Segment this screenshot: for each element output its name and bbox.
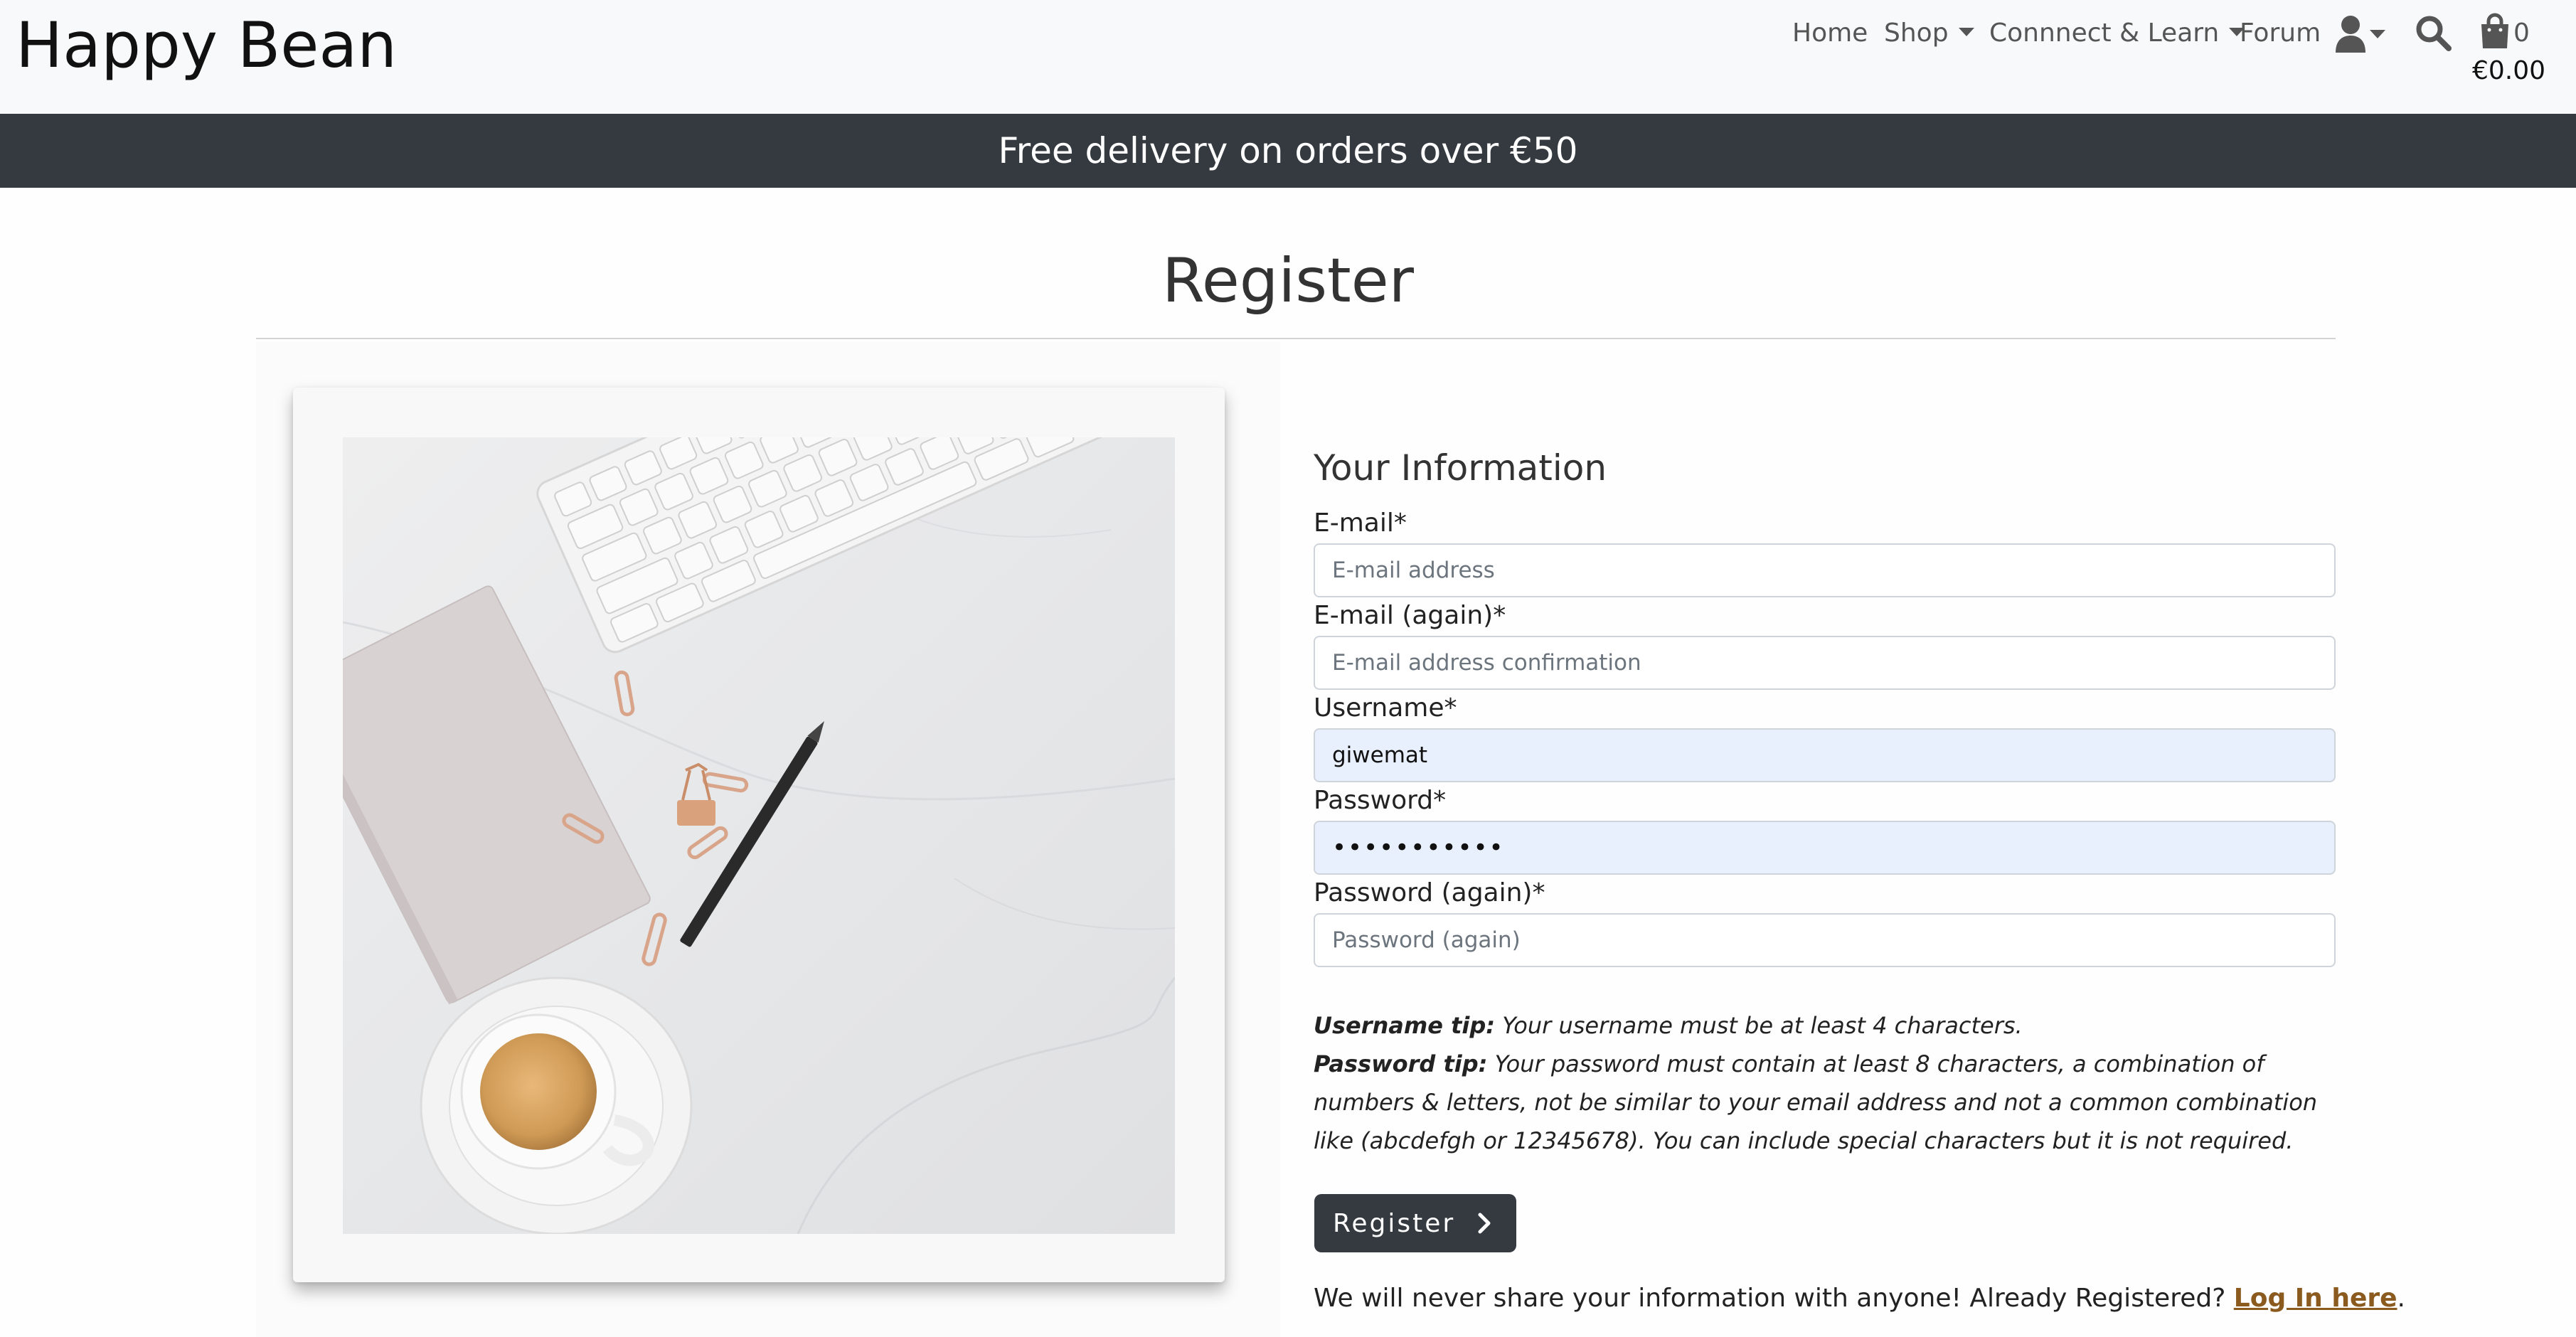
username-tip-title: Username tip: <box>1314 1012 1496 1039</box>
password-confirm-field[interactable] <box>1314 913 2336 967</box>
title-divider <box>256 338 2336 339</box>
delivery-banner: Free delivery on orders over €50 <box>0 114 2576 188</box>
nav-connect-learn-dropdown[interactable]: Connnect & Learn <box>1989 16 2245 51</box>
password-tips: Username tip: Your username must be at l… <box>1314 1006 2338 1160</box>
top-navbar: Happy Bean Home Shop Connnect & Learn Fo… <box>0 0 2576 114</box>
nav-shop-label: Shop <box>1884 18 1949 48</box>
email-field[interactable] <box>1314 543 2336 597</box>
username-field[interactable] <box>1314 728 2336 782</box>
username-tip-text: Your username must be at least 4 charact… <box>1495 1012 2023 1039</box>
nav-home[interactable]: Home <box>1792 16 1868 51</box>
username-label: Username* <box>1314 693 1457 723</box>
section-heading: Your Information <box>1314 447 1607 489</box>
email-confirm-field[interactable] <box>1314 636 2336 690</box>
chevron-down-icon <box>1958 28 1974 36</box>
password-tip-title: Password tip: <box>1314 1050 1488 1077</box>
desk-flatlay-image <box>343 437 1175 1234</box>
register-button-label: Register <box>1333 1208 1456 1238</box>
nav-forum[interactable]: Forum <box>2240 16 2321 51</box>
shopping-bag-icon[interactable] <box>2479 13 2511 50</box>
chevron-right-icon <box>1478 1213 1491 1234</box>
privacy-end: . <box>2397 1284 2405 1313</box>
email-label: E-mail* <box>1314 508 1407 538</box>
nav-shop-dropdown[interactable]: Shop <box>1884 16 1974 51</box>
login-link[interactable]: Log In here <box>2234 1284 2397 1313</box>
user-icon <box>2336 16 2365 53</box>
password-field[interactable] <box>1314 821 2336 875</box>
privacy-note: We will never share your information wit… <box>1314 1280 2405 1317</box>
search-icon[interactable] <box>2415 14 2452 51</box>
privacy-text: We will never share your information wit… <box>1314 1284 2234 1313</box>
brand-logo[interactable]: Happy Bean <box>16 10 397 81</box>
password-confirm-label: Password (again)* <box>1314 878 1545 907</box>
chevron-down-icon <box>2370 30 2385 38</box>
email-confirm-label: E-mail (again)* <box>1314 601 1506 630</box>
account-dropdown[interactable] <box>2334 14 2393 54</box>
cart-count[interactable]: 0 <box>2513 16 2530 51</box>
cart-total[interactable]: €0.00 <box>2472 54 2545 88</box>
page-title: Register <box>1161 245 1415 316</box>
nav-connect-learn-label: Connnect & Learn <box>1989 18 2220 48</box>
register-button[interactable]: Register <box>1314 1194 1516 1252</box>
password-label: Password* <box>1314 786 1447 815</box>
